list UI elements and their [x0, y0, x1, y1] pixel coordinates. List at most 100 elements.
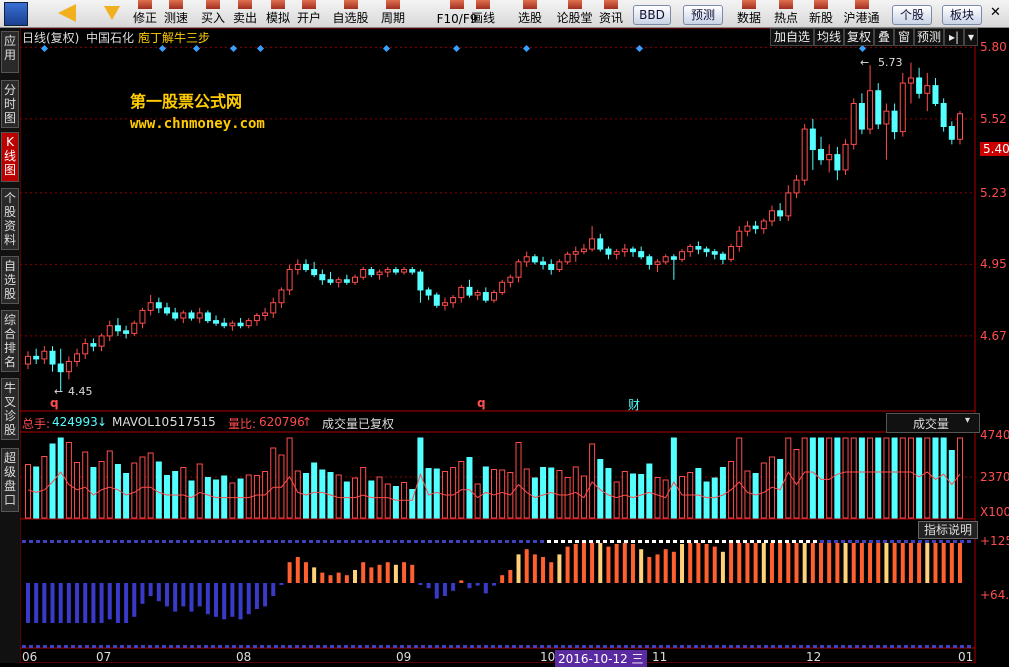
chart-top-button[interactable]: 窗	[894, 28, 914, 46]
toolbar-item[interactable]: 热点	[770, 0, 802, 27]
indicator-bar	[688, 543, 693, 583]
candle	[916, 77, 923, 94]
chevron-down-icon: ▾	[965, 415, 971, 426]
period-label[interactable]: 日线(复权)	[22, 29, 79, 46]
signal-marker	[635, 44, 644, 53]
indicator-dot	[554, 645, 558, 648]
strategy-name[interactable]: 庖丁解牛三步	[138, 29, 210, 46]
event-mark[interactable]: q	[50, 396, 59, 410]
sidebar-tab[interactable]: 超级盘口	[1, 448, 19, 512]
indicator-bar	[287, 562, 292, 583]
close-icon[interactable]: ✕	[990, 5, 1001, 20]
indicator-help-button[interactable]: 指标说明	[918, 521, 978, 539]
volume-bar	[213, 479, 220, 519]
sidebar-tab[interactable]: 牛叉诊股	[1, 378, 19, 440]
indicator-dot	[645, 540, 649, 543]
indicator-dot	[211, 540, 215, 543]
down-arrow-icon[interactable]	[104, 6, 120, 20]
chart-top-button[interactable]: 加自选	[770, 28, 814, 46]
toolbar-item[interactable]: 修正	[129, 0, 161, 27]
sidebar-tab[interactable]: 综合排名	[1, 310, 19, 372]
volume-bar	[294, 470, 301, 519]
indicator-bar	[819, 543, 824, 583]
candle	[842, 143, 849, 171]
toolbar-item[interactable]: 资讯	[595, 0, 627, 27]
sidebar-tab[interactable]: 自选股	[1, 256, 19, 304]
indicator-dot	[288, 645, 292, 648]
indicator-bar	[442, 583, 447, 596]
event-mark[interactable]: 财	[628, 396, 640, 413]
sidebar-tab[interactable]: 分时图	[1, 80, 19, 128]
sidebar-tab[interactable]: 应用	[1, 31, 19, 73]
indicator-dot	[701, 645, 705, 648]
chart-top-button[interactable]: 复权	[844, 28, 874, 46]
toolbar-button[interactable]: 个股	[892, 5, 932, 25]
toolbar-item[interactable]: 开户	[293, 0, 325, 27]
sidebar-tab[interactable]: K线图	[1, 132, 19, 182]
sidebar-tab[interactable]: 个股资料	[1, 188, 19, 250]
toolbar-item[interactable]: 新股	[805, 0, 837, 27]
toolbar-item[interactable]: 数据	[733, 0, 765, 27]
toolbar-button[interactable]: BBD	[633, 5, 671, 25]
indicator-dot	[624, 540, 628, 543]
toolbar-button[interactable]: 板块	[942, 5, 982, 25]
candle	[540, 261, 547, 265]
volume-bar	[499, 469, 506, 519]
indicator-dot	[316, 540, 320, 543]
indicator-dot	[463, 645, 467, 648]
indicator-dot	[92, 645, 96, 648]
logo-icon[interactable]	[4, 2, 28, 26]
price-axis-label: 5.80	[980, 40, 1007, 55]
candle	[679, 251, 686, 260]
indicator-dot	[568, 645, 572, 648]
chart-top-button[interactable]: ▸|	[944, 28, 964, 46]
volume-ratio-label: 量比:	[228, 417, 257, 431]
indicator-dot	[372, 645, 376, 648]
indicator-dot	[687, 645, 691, 648]
indicator-dot	[736, 540, 740, 543]
signal-marker	[452, 44, 461, 53]
toolbar-item[interactable]: 沪港通	[839, 0, 884, 27]
back-arrow-icon[interactable]	[58, 4, 76, 22]
candle	[25, 355, 31, 365]
event-mark[interactable]: q	[477, 396, 486, 410]
indicator-bar	[516, 554, 521, 583]
candle	[818, 148, 825, 161]
toolbar-item[interactable]: 卖出	[229, 0, 261, 27]
indicator-dot	[610, 540, 614, 543]
toolbar-item[interactable]: 选股	[514, 0, 546, 27]
indicator-bar	[720, 551, 725, 583]
indicator-bar	[794, 543, 799, 583]
toolbar-item[interactable]: 画线	[467, 0, 499, 27]
toolbar-item[interactable]: 周期	[377, 0, 409, 27]
date-axis-label: 06	[22, 650, 38, 664]
toolbar-item-label: 自选股	[332, 11, 369, 25]
toolbar-item[interactable]: 测速	[160, 0, 192, 27]
toolbar-item[interactable]: 论股堂	[552, 0, 597, 27]
candle	[139, 309, 146, 324]
volume-bar	[41, 456, 48, 519]
indicator-dot	[309, 540, 313, 543]
candle	[858, 103, 865, 130]
indicator-bar	[949, 543, 954, 583]
candle	[114, 325, 121, 332]
chart-top-button[interactable]: 叠	[874, 28, 894, 46]
volume-bar	[188, 480, 195, 519]
indicator-bar	[320, 572, 325, 583]
toolbar-item[interactable]: 模拟	[262, 0, 294, 27]
indicator-dot	[904, 540, 908, 543]
toolbar-item[interactable]: 买入	[197, 0, 229, 27]
volume-selector[interactable]: 成交量 ▾	[886, 413, 980, 433]
volume-bar	[253, 475, 260, 519]
indicator-bar	[851, 543, 856, 583]
indicator-dot	[274, 540, 278, 543]
chart-top-button[interactable]: ▾	[964, 28, 978, 46]
indicator-dot	[309, 645, 313, 648]
candle	[90, 343, 97, 347]
chart-top-button[interactable]: 预测	[914, 28, 944, 46]
candle	[229, 322, 236, 327]
toolbar-button[interactable]: 预测	[683, 5, 723, 25]
chart-top-button[interactable]: 均线	[814, 28, 844, 46]
indicator-dot	[925, 645, 929, 648]
toolbar-item[interactable]: 自选股	[328, 0, 373, 27]
